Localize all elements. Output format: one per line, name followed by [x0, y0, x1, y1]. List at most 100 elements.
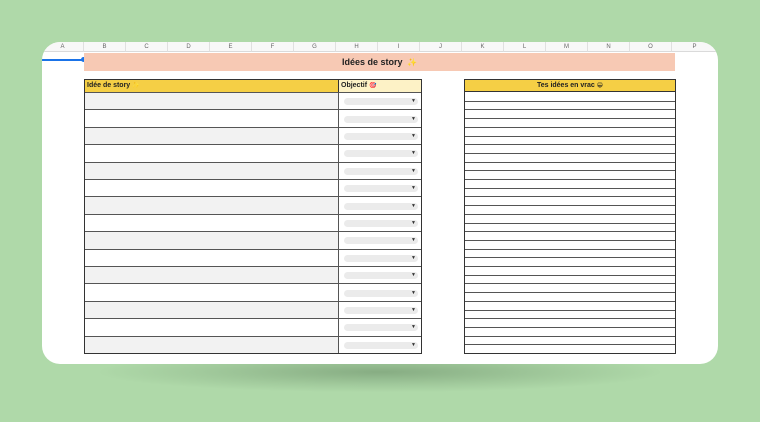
spreadsheet-card: ABCDEFGHIJKLMNOP Idées de story ✨ Idée d… — [42, 42, 718, 364]
list-item-line — [465, 335, 675, 337]
story-ideas-table: Idée de story ✨ Objectif 🎯 ▼ ▼ ▼ ▼ ▼ ▼ ▼ ▼ ▼ ▼ ▼ ▼ ▼… — [84, 79, 422, 354]
banner-title: Idées de story — [341, 57, 403, 67]
objective-dropdown[interactable]: ▼ — [344, 289, 418, 297]
list-item-line — [465, 344, 675, 346]
chevron-down-icon: ▼ — [411, 115, 416, 122]
column-header-j[interactable]: J — [420, 42, 462, 52]
column-header-k[interactable]: K — [462, 42, 504, 52]
story-idea-cell[interactable] — [85, 180, 339, 197]
list-item-line — [465, 187, 675, 189]
column-header-p[interactable]: P — [672, 42, 718, 52]
story-idea-cell[interactable] — [85, 249, 339, 266]
table-row: ▼ — [85, 213, 421, 232]
list-item-line — [465, 179, 675, 180]
list-item-line — [465, 161, 675, 163]
story-idea-cell[interactable] — [85, 267, 339, 284]
column-header-e[interactable]: E — [210, 42, 252, 52]
cell-selection-indicator — [42, 57, 86, 62]
objective-dropdown[interactable]: ▼ — [344, 254, 418, 262]
objective-dropdown[interactable]: ▼ — [344, 306, 418, 314]
story-idea-cell[interactable] — [85, 162, 339, 179]
objective-dropdown[interactable]: ▼ — [344, 324, 418, 332]
story-header-label: Idée de story — [87, 82, 131, 89]
story-idea-cell[interactable] — [85, 110, 339, 127]
column-header-c[interactable]: C — [126, 42, 168, 52]
story-idea-cell[interactable] — [85, 145, 339, 162]
objective-dropdown[interactable]: ▼ — [344, 237, 418, 245]
objective-dropdown[interactable]: ▼ — [344, 150, 418, 158]
objective-dropdown[interactable]: ▼ — [344, 202, 418, 210]
table-row: ▼ — [85, 161, 421, 179]
column-header-f[interactable]: F — [252, 42, 294, 52]
list-item-line — [465, 135, 675, 137]
chevron-down-icon: ▼ — [411, 150, 416, 157]
list-item-line — [465, 326, 675, 328]
list-item-line — [465, 205, 675, 207]
raw-ideas-header: Tes idées en vrac 😁 — [465, 80, 675, 92]
raw-ideas-header-label: Tes idées en vrac — [536, 82, 595, 89]
story-idea-cell[interactable] — [85, 284, 339, 301]
list-item-line — [465, 248, 675, 250]
list-item-line — [465, 109, 675, 111]
chevron-down-icon: ▼ — [411, 219, 416, 226]
column-header-h[interactable]: H — [336, 42, 378, 52]
list-item-line — [465, 126, 675, 128]
chevron-down-icon: ▼ — [411, 289, 416, 296]
objective-dropdown[interactable]: ▼ — [344, 115, 418, 123]
column-header-b[interactable]: B — [84, 42, 126, 52]
objective-dropdown[interactable]: ▼ — [344, 341, 418, 349]
list-item-line — [465, 239, 675, 241]
story-idea-cell[interactable] — [85, 232, 339, 249]
list-item-line — [465, 274, 675, 276]
chevron-down-icon: ▼ — [411, 324, 416, 331]
story-idea-cell[interactable] — [85, 93, 339, 110]
raw-ideas-table: Tes idées en vrac 😁 — [464, 79, 676, 354]
target-icon: 🎯 — [369, 83, 377, 89]
column-header-g[interactable]: G — [294, 42, 336, 52]
table-row: ▼ — [85, 144, 421, 162]
objective-dropdown[interactable]: ▼ — [344, 132, 418, 140]
objective-dropdown[interactable]: ▼ — [344, 98, 418, 106]
column-header-n[interactable]: N — [588, 42, 630, 52]
story-idea-cell[interactable] — [85, 214, 339, 232]
list-item-line — [465, 170, 675, 172]
column-header-d[interactable]: D — [168, 42, 210, 52]
table-row: ▼ — [85, 179, 421, 197]
list-item-line — [465, 300, 675, 302]
list-item-line — [465, 222, 675, 224]
story-column-header: Idée de story ✨ — [85, 80, 339, 92]
sparkle-icon: ✨ — [132, 83, 140, 89]
list-item-line — [465, 144, 675, 146]
column-header-m[interactable]: M — [546, 42, 588, 52]
title-banner: Idées de story ✨ — [84, 53, 675, 71]
column-header-l[interactable]: L — [504, 42, 546, 52]
chevron-down-icon: ▼ — [411, 98, 416, 105]
list-item-line — [465, 118, 675, 120]
list-item-line — [465, 266, 675, 267]
story-idea-cell[interactable] — [85, 319, 339, 336]
list-item-line — [465, 196, 675, 198]
objective-dropdown[interactable]: ▼ — [344, 167, 418, 175]
chevron-down-icon: ▼ — [411, 306, 416, 313]
objective-dropdown[interactable]: ▼ — [344, 185, 418, 193]
table-row: ▼ — [85, 126, 421, 145]
column-header-a[interactable]: A — [42, 42, 84, 52]
chevron-down-icon: ▼ — [411, 185, 416, 192]
objective-dropdown[interactable]: ▼ — [344, 219, 418, 227]
objective-dropdown[interactable]: ▼ — [344, 272, 418, 280]
chevron-down-icon: ▼ — [411, 254, 416, 261]
chevron-down-icon: ▼ — [411, 132, 416, 139]
story-idea-cell[interactable] — [85, 336, 339, 353]
chevron-down-icon: ▼ — [411, 237, 416, 244]
list-item-line — [465, 292, 675, 294]
list-item-line — [465, 318, 675, 320]
table-row: ▼ — [85, 231, 421, 249]
table-row: ▼ — [85, 335, 421, 353]
story-idea-cell[interactable] — [85, 197, 339, 214]
table-row: ▼ — [85, 266, 421, 284]
column-header-o[interactable]: O — [630, 42, 672, 52]
objective-column-header: Objectif 🎯 — [339, 80, 421, 92]
story-idea-cell[interactable] — [85, 127, 339, 145]
story-idea-cell[interactable] — [85, 301, 339, 319]
column-header-i[interactable]: I — [378, 42, 420, 52]
